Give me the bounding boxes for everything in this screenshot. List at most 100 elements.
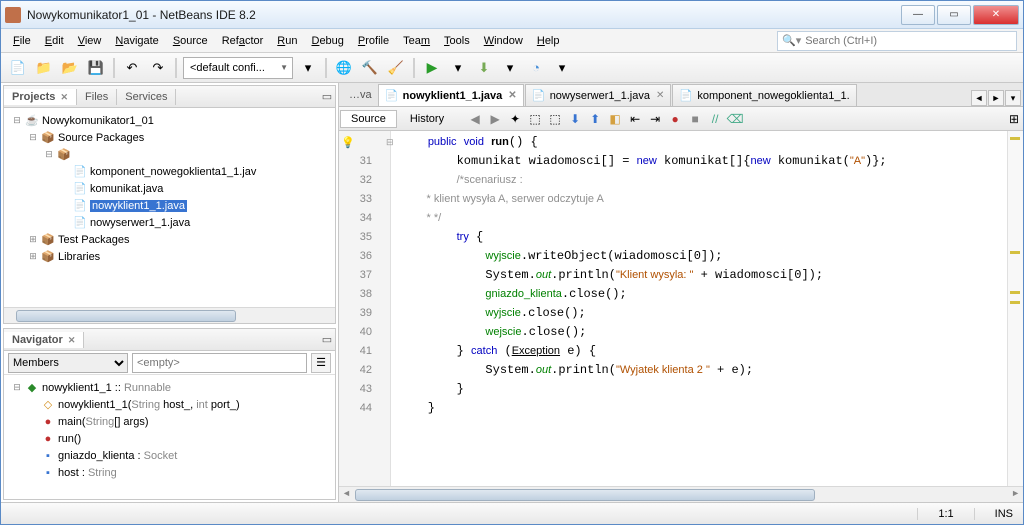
menu-profile[interactable]: Profile <box>352 33 395 49</box>
close-icon[interactable]: ✕ <box>508 90 516 101</box>
tab-navigator[interactable]: Navigator ✕ <box>4 332 84 348</box>
editor-tab-nowyklient[interactable]: 📄 nowyklient1_1.java✕ <box>378 84 524 106</box>
menu-debug[interactable]: Debug <box>305 33 349 49</box>
clean-icon[interactable]: 🧹 <box>385 57 407 79</box>
tab-scroll-right-icon[interactable]: ► <box>988 90 1004 106</box>
hint-bulb-icon[interactable]: 💡 <box>341 134 355 153</box>
redo-icon[interactable]: ↷ <box>147 57 169 79</box>
menu-source[interactable]: Source <box>167 33 214 49</box>
close-icon[interactable]: ✕ <box>60 92 68 102</box>
highlight-icon[interactable]: ◧ <box>606 110 624 128</box>
run-config-selector[interactable]: <default confi... <box>183 57 293 79</box>
app-icon <box>5 7 21 23</box>
tree-node[interactable]: ⊟☕Nowykomunikator1_01 <box>6 112 333 129</box>
filter-icon[interactable]: ☰ <box>311 353 331 373</box>
find-selection-icon[interactable]: ⬇ <box>566 110 584 128</box>
menu-view[interactable]: View <box>72 33 108 49</box>
find-prev-icon[interactable]: ⬆ <box>586 110 604 128</box>
search-input[interactable] <box>805 35 1012 47</box>
quick-search[interactable]: 🔍▾ <box>777 31 1017 51</box>
subtab-source[interactable]: Source <box>340 110 397 128</box>
projects-hscroll[interactable] <box>4 307 335 323</box>
new-file-icon[interactable]: 📄 <box>7 57 29 79</box>
shift-right-icon[interactable]: ⇥ <box>646 110 664 128</box>
menu-team[interactable]: Team <box>397 33 436 49</box>
tab-projects[interactable]: Projects ✕ <box>4 89 77 105</box>
navigator-node[interactable]: ▪host : String <box>6 464 333 481</box>
navigator-node[interactable]: ◇nowyklient1_1(String host_, int port_) <box>6 396 333 413</box>
run-icon[interactable]: ▶ <box>421 57 443 79</box>
caret-position: 1:1 <box>917 508 973 520</box>
debug-dropdown-icon[interactable]: ▾ <box>499 57 521 79</box>
debug-icon[interactable]: ⬇ <box>473 57 495 79</box>
tab-files[interactable]: Files <box>77 89 117 105</box>
close-icon[interactable]: ✕ <box>656 90 664 101</box>
forward-icon[interactable]: ▶ <box>486 110 504 128</box>
navigator-filter-input[interactable] <box>132 353 307 373</box>
split-icon[interactable]: ⊞ <box>1005 110 1023 128</box>
menu-refactor[interactable]: Refactor <box>216 33 270 49</box>
projects-panel: Projects ✕ Files Services ▭ ⊟☕Nowykomuni… <box>3 85 336 324</box>
menu-navigate[interactable]: Navigate <box>109 33 164 49</box>
editor-tab-komponent[interactable]: 📄 komponent_nowegoklienta1_1. <box>672 84 856 106</box>
menu-run[interactable]: Run <box>271 33 303 49</box>
tab-services[interactable]: Services <box>117 89 176 105</box>
tree-node[interactable]: ⊟📦Source Packages <box>6 129 333 146</box>
close-icon[interactable]: ✕ <box>68 335 76 345</box>
toggle-bookmark-icon[interactable]: ⬚ <box>526 110 544 128</box>
menu-help[interactable]: Help <box>531 33 566 49</box>
comment-icon[interactable]: // <box>706 110 724 128</box>
tab-overflow-prefix: …va <box>343 89 378 101</box>
clean-build-icon[interactable]: 🔨 <box>359 57 381 79</box>
close-button[interactable]: ✕ <box>973 5 1019 25</box>
navigator-node[interactable]: ⊟◆nowyklient1_1 :: Runnable <box>6 379 333 396</box>
new-project-icon[interactable]: 📁 <box>33 57 55 79</box>
macro-start-icon[interactable]: ● <box>666 110 684 128</box>
save-all-icon[interactable]: 💾 <box>85 57 107 79</box>
navigator-tree[interactable]: ⊟◆nowyklient1_1 :: Runnable◇nowyklient1_… <box>4 375 335 499</box>
tree-node[interactable]: 📄nowyklient1_1.java <box>6 197 333 214</box>
tree-node[interactable]: 📄nowyserwer1_1.java <box>6 214 333 231</box>
navigator-node[interactable]: ●main(String[] args) <box>6 413 333 430</box>
code-editor[interactable]: public void run() { komunikat wiadomosci… <box>391 131 1007 486</box>
minimize-button[interactable]: — <box>901 5 935 25</box>
macro-stop-icon[interactable]: ■ <box>686 110 704 128</box>
open-project-icon[interactable]: 📂 <box>59 57 81 79</box>
profile-icon[interactable]: ◔ <box>525 57 547 79</box>
menu-window[interactable]: Window <box>478 33 529 49</box>
run-dropdown-icon[interactable]: ▾ <box>447 57 469 79</box>
app-window: Nowykomunikator1_01 - NetBeans IDE 8.2 —… <box>0 0 1024 525</box>
menu-tools[interactable]: Tools <box>438 33 476 49</box>
navigator-node[interactable]: ▪gniazdo_klienta : Socket <box>6 447 333 464</box>
last-edit-icon[interactable]: ✦ <box>506 110 524 128</box>
editor-tab-nowyserwer[interactable]: 📄 nowyserwer1_1.java✕ <box>525 84 672 106</box>
members-select[interactable]: Members <box>8 353 128 373</box>
projects-tree[interactable]: ⊟☕Nowykomunikator1_01⊟📦Source Packages⊟📦… <box>4 108 335 307</box>
tab-list-icon[interactable]: ▾ <box>1005 90 1021 106</box>
panel-minimize-icon[interactable]: ▭ <box>319 90 335 103</box>
tree-node[interactable]: ⊞📦Test Packages <box>6 231 333 248</box>
fold-column[interactable] <box>376 131 386 486</box>
error-stripe[interactable] <box>1007 131 1023 486</box>
menu-file[interactable]: File <box>7 33 37 49</box>
shift-left-icon[interactable]: ⇤ <box>626 110 644 128</box>
tab-scroll-left-icon[interactable]: ◄ <box>971 90 987 106</box>
config-dropdown-icon[interactable]: ▾ <box>297 57 319 79</box>
back-icon[interactable]: ◀ <box>466 110 484 128</box>
next-bookmark-icon[interactable]: ⬚ <box>546 110 564 128</box>
tree-node[interactable]: 📄komunikat.java <box>6 180 333 197</box>
profile-dropdown-icon[interactable]: ▾ <box>551 57 573 79</box>
editor-hscroll[interactable] <box>339 486 1023 502</box>
tree-node[interactable]: ⊟📦 <box>6 146 333 163</box>
undo-icon[interactable]: ↶ <box>121 57 143 79</box>
tree-node[interactable]: ⊞📦Libraries <box>6 248 333 265</box>
uncomment-icon[interactable]: ⌫ <box>726 110 744 128</box>
build-icon[interactable]: 🌐 <box>333 57 355 79</box>
panel-minimize-icon[interactable]: ▭ <box>319 333 335 346</box>
navigator-node[interactable]: ●run() <box>6 430 333 447</box>
menu-edit[interactable]: Edit <box>39 33 70 49</box>
tree-node[interactable]: 📄komponent_nowegoklienta1_1.jav <box>6 163 333 180</box>
subtab-history[interactable]: History <box>399 110 455 128</box>
maximize-button[interactable]: ▭ <box>937 5 971 25</box>
line-gutter[interactable]: 💡 3132333435363738394041424344 <box>339 131 391 486</box>
